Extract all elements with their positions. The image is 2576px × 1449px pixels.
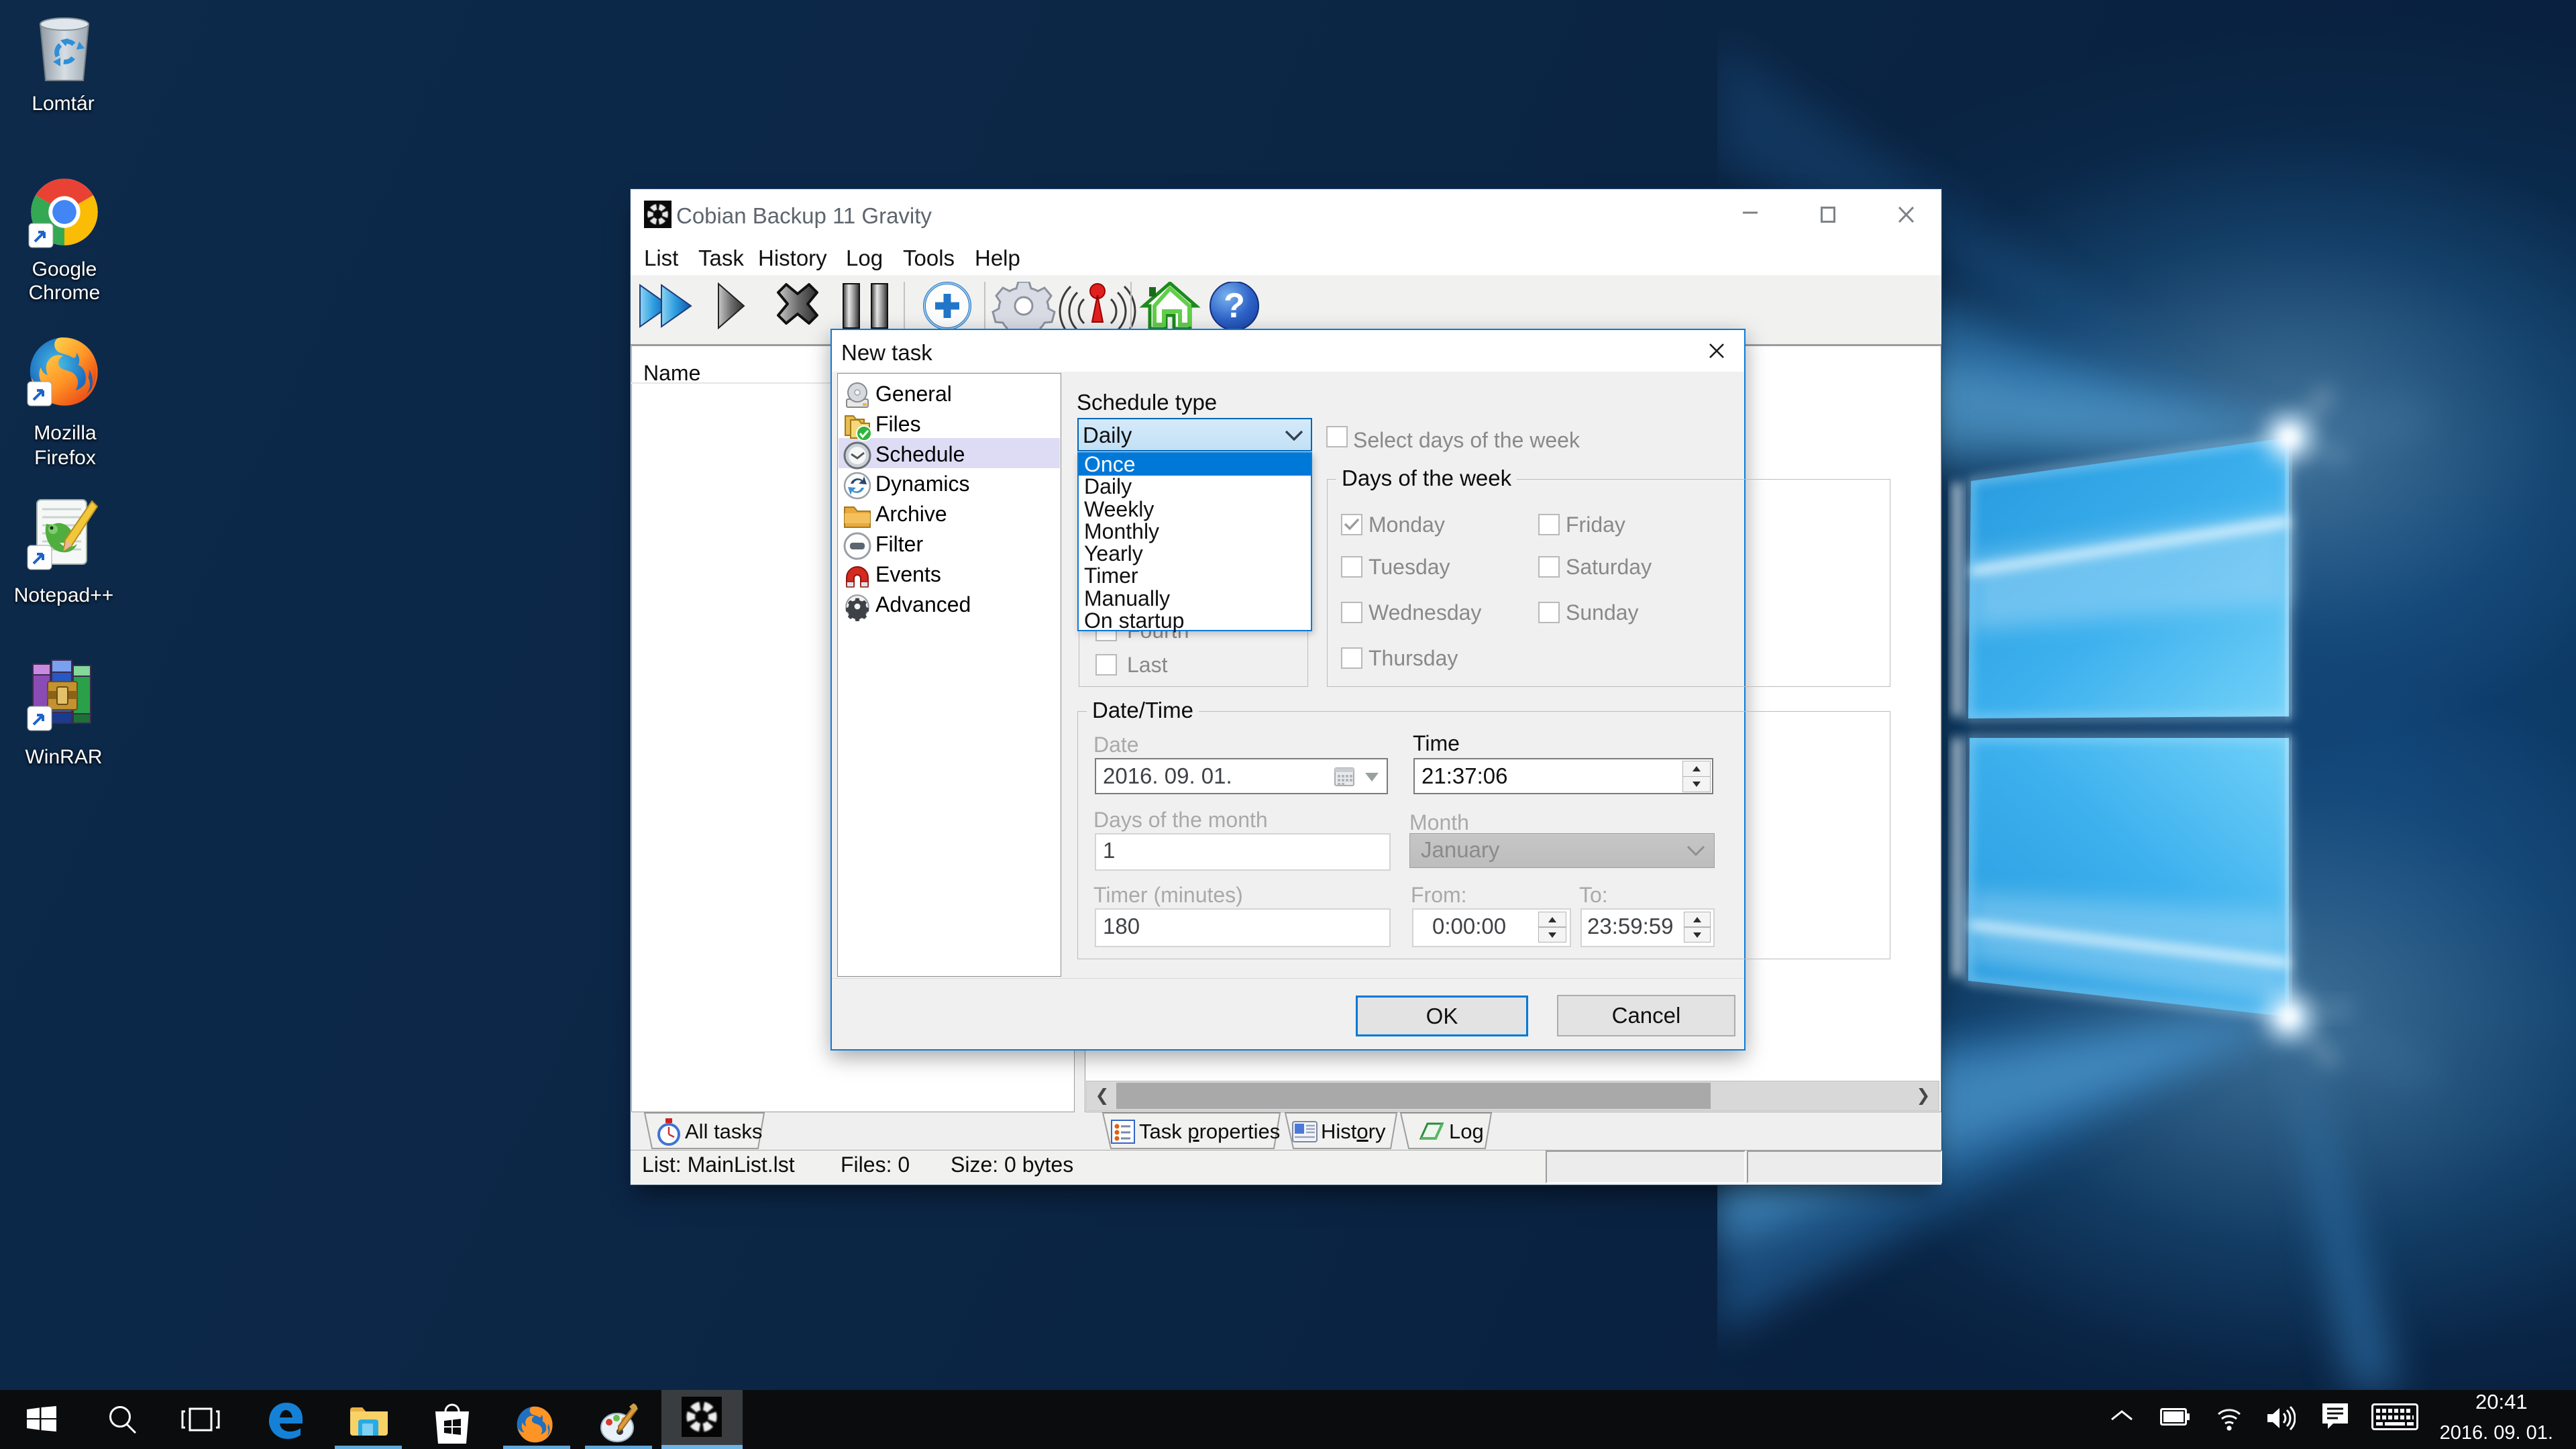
svg-text:?: ?: [1224, 286, 1245, 325]
